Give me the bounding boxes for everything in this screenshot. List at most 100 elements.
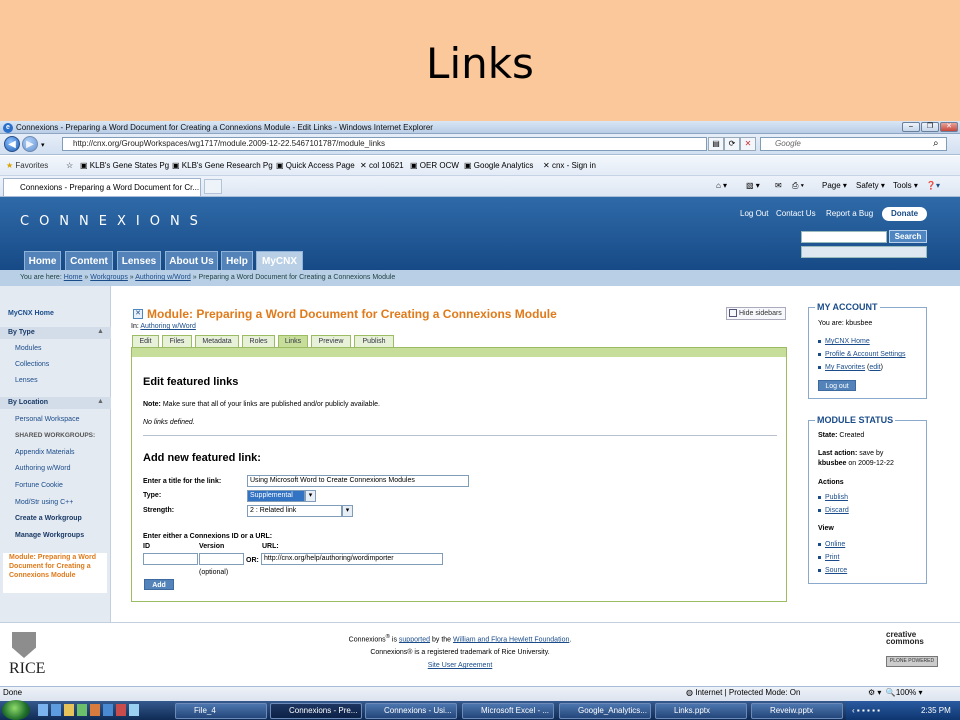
- taskbar-links-pptx[interactable]: Links.pptx: [655, 703, 747, 719]
- quicklaunch-icon[interactable]: [116, 704, 126, 716]
- donate-button[interactable]: Donate: [882, 207, 927, 221]
- taskbar-review-pptx[interactable]: Reveiw.pptx: [751, 703, 843, 719]
- tab-lenses[interactable]: Lenses: [117, 251, 161, 270]
- forward-button[interactable]: ▶: [22, 136, 38, 152]
- quicklaunch-icon[interactable]: [64, 704, 74, 716]
- favorite-link-6[interactable]: ▣ Google Analytics: [464, 160, 533, 172]
- start-button[interactable]: [2, 700, 30, 720]
- favorite-link-7[interactable]: ✕ cnx - Sign in: [543, 160, 596, 172]
- taskbar-excel[interactable]: Microsoft Excel - ...: [462, 703, 554, 719]
- new-tab-button[interactable]: [204, 179, 222, 194]
- taskbar-connexions-usi[interactable]: Connexions - Usi...: [365, 703, 457, 719]
- type-select[interactable]: Supplemental: [247, 490, 305, 502]
- sidebar-mycnx-home[interactable]: MyCNX Home: [0, 310, 111, 317]
- sidebar-workgroup-fortune[interactable]: Fortune Cookie: [0, 482, 111, 489]
- clock[interactable]: 2:35 PM: [921, 701, 951, 720]
- zoom-control[interactable]: ⚙ ▾ 🔍100% ▾: [868, 688, 923, 697]
- cnx-search-button[interactable]: Search: [889, 230, 927, 243]
- plone-powered-badge[interactable]: PLONE POWERED: [886, 656, 938, 667]
- breadcrumb-workgroups[interactable]: Workgroups: [90, 274, 128, 281]
- tools-menu[interactable]: Tools ▾: [893, 180, 918, 192]
- stop-icon[interactable]: ✕: [740, 137, 756, 151]
- tab-help[interactable]: Help: [221, 251, 253, 270]
- footer-agreement[interactable]: Site User Agreement: [250, 662, 670, 669]
- mail-icon[interactable]: ✉: [775, 180, 782, 192]
- account-link-favorites[interactable]: My Favorites (edit): [818, 364, 883, 371]
- collapse-icon[interactable]: ▲: [97, 328, 104, 335]
- taskbar-google-analytics[interactable]: Google_Analytics...: [559, 703, 651, 719]
- close-window-button[interactable]: ✕: [940, 122, 958, 132]
- quicklaunch-icon[interactable]: [38, 704, 48, 716]
- action-publish[interactable]: Publish: [818, 494, 848, 501]
- favorites-edit-link[interactable]: edit: [869, 364, 880, 371]
- minimize-button[interactable]: –: [902, 122, 920, 132]
- logout-link[interactable]: Log Out: [740, 209, 768, 218]
- strength-dropdown-icon[interactable]: ▾: [342, 505, 353, 517]
- version-input[interactable]: [199, 553, 244, 565]
- cnx-search-scrollbar[interactable]: [801, 246, 927, 258]
- quicklaunch-icon[interactable]: [51, 704, 61, 716]
- search-icon[interactable]: ⌕: [933, 138, 939, 149]
- footer-foundation-link[interactable]: William and Flora Hewlett Foundation: [453, 636, 569, 643]
- page-menu[interactable]: Page ▾: [822, 180, 847, 192]
- site-user-agreement-link[interactable]: Site User Agreement: [428, 662, 493, 669]
- favorite-link-4[interactable]: ✕ col 10621: [360, 160, 404, 172]
- sidebar-active-module[interactable]: Module: Preparing a Word Document for Cr…: [3, 553, 107, 593]
- browser-tab-active[interactable]: Connexions - Preparing a Word Document f…: [3, 178, 201, 196]
- sidebar-by-type[interactable]: By Type: [0, 327, 111, 339]
- history-dropdown-icon[interactable]: ▾: [41, 141, 45, 149]
- taskbar-file4[interactable]: File_4: [175, 703, 267, 719]
- favorite-link-3[interactable]: ▣ Quick Access Page: [276, 160, 355, 172]
- id-input[interactable]: [143, 553, 198, 565]
- cnx-logo[interactable]: CONNEXIONS: [20, 214, 208, 229]
- sidebar-workgroup-authoring[interactable]: Authoring w/Word: [0, 465, 111, 472]
- type-dropdown-icon[interactable]: ▾: [305, 490, 316, 502]
- account-link-profile[interactable]: Profile & Account Settings: [818, 351, 906, 358]
- sidebar-by-location[interactable]: By Location: [0, 397, 111, 409]
- taskbar-connexions-pre[interactable]: Connexions - Pre...: [270, 703, 362, 719]
- favorite-link-2[interactable]: ▣ KLB's Gene Research Pg: [172, 160, 273, 172]
- search-input[interactable]: Google: [760, 137, 947, 151]
- view-print[interactable]: Print: [818, 554, 839, 561]
- home-icon[interactable]: ⌂ ▾: [716, 180, 727, 192]
- sidebar-personal-workspace[interactable]: Personal Workspace: [0, 416, 111, 423]
- print-icon[interactable]: ⎙ ▾: [792, 180, 804, 192]
- strength-select[interactable]: 2 : Related link: [247, 505, 342, 517]
- favorite-link-1[interactable]: ▣ KLB's Gene States Pg: [80, 160, 169, 172]
- back-button[interactable]: ◀: [4, 136, 20, 152]
- quicklaunch-icon[interactable]: [129, 704, 139, 716]
- tray-icons[interactable]: ‹ ▪ ▪ ▪ ▪ ▪: [846, 706, 880, 715]
- footer-supported-link[interactable]: supported: [399, 636, 430, 643]
- tab-content[interactable]: Content: [65, 251, 113, 270]
- add-favorite-icon[interactable]: ☆: [66, 160, 73, 172]
- creative-commons-logo[interactable]: creative commons: [886, 631, 938, 646]
- quicklaunch-icon[interactable]: [90, 704, 100, 716]
- tab-home[interactable]: Home: [24, 251, 61, 270]
- logout-button[interactable]: Log out: [818, 380, 856, 391]
- safety-menu[interactable]: Safety ▾: [856, 180, 885, 192]
- quicklaunch-icon[interactable]: [103, 704, 113, 716]
- favorite-link-5[interactable]: ▣ OER OCW: [410, 160, 459, 172]
- rice-logo[interactable]: RICE: [9, 660, 45, 678]
- sidebar-create-workgroup[interactable]: Create a Workgroup: [0, 515, 111, 522]
- quicklaunch-icon[interactable]: [77, 704, 87, 716]
- sidebar-item-collections[interactable]: Collections: [0, 361, 111, 368]
- address-bar[interactable]: http://cnx.org/GroupWorkspaces/wg1717/mo…: [62, 137, 707, 151]
- breadcrumb-home[interactable]: Home: [64, 274, 83, 281]
- feeds-icon[interactable]: ▧ ▾: [746, 180, 760, 192]
- collapse-icon[interactable]: ▲: [97, 398, 104, 405]
- sidebar-manage-workgroups[interactable]: Manage Workgroups: [0, 532, 111, 539]
- refresh-icon[interactable]: ⟳: [724, 137, 740, 151]
- maximize-button[interactable]: ❐: [921, 122, 939, 132]
- tab-mycnx[interactable]: MyCNX: [256, 251, 303, 270]
- sidebar-item-modules[interactable]: Modules: [0, 345, 111, 352]
- favorites-button[interactable]: ★ Favorites: [6, 160, 48, 172]
- compat-view-icon[interactable]: ▤: [708, 137, 724, 151]
- report-bug-link[interactable]: Report a Bug: [826, 209, 873, 218]
- cnx-search-input[interactable]: [801, 231, 887, 243]
- url-input[interactable]: http://cnx.org/help/authoring/wordimport…: [261, 553, 443, 565]
- action-discard[interactable]: Discard: [818, 507, 849, 514]
- view-online[interactable]: Online: [818, 541, 845, 548]
- sidebar-item-lenses[interactable]: Lenses: [0, 377, 111, 384]
- link-title-input[interactable]: Using Microsoft Word to Create Connexion…: [247, 475, 469, 487]
